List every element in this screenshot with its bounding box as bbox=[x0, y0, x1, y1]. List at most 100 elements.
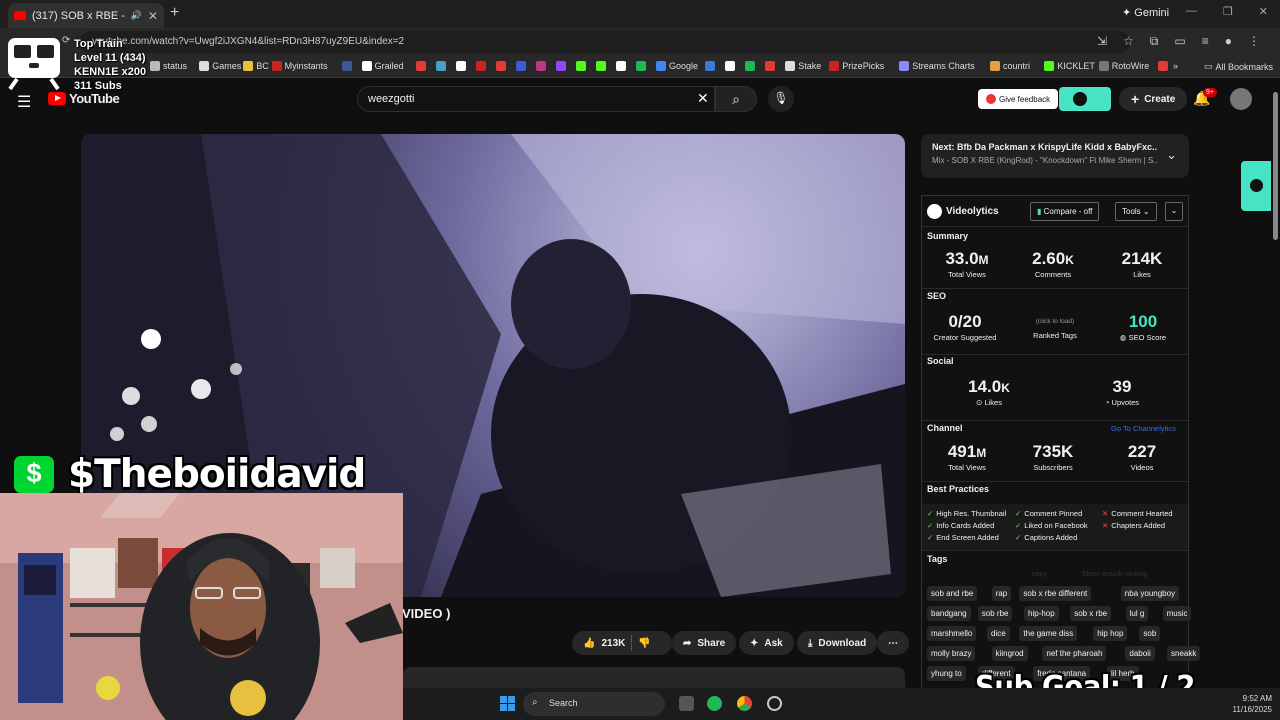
close-window-icon[interactable]: ✕ bbox=[1259, 5, 1268, 18]
minimize-icon[interactable]: — bbox=[1186, 5, 1197, 18]
videolytics-side-tab[interactable] bbox=[1241, 161, 1271, 211]
copy-tags-link[interactable]: copy bbox=[1032, 571, 1047, 578]
tag-chip[interactable]: nba youngboy bbox=[1120, 586, 1180, 601]
maximize-icon[interactable]: ❐ bbox=[1223, 5, 1233, 18]
give-feedback-button[interactable]: Give feedback bbox=[978, 89, 1059, 109]
new-tab-button[interactable]: + bbox=[170, 4, 179, 22]
tag-chip[interactable]: sob and rbe bbox=[927, 586, 978, 601]
all-bookmarks-button[interactable]: ▭ All Bookmarks bbox=[1204, 61, 1273, 72]
compare-toggle-button[interactable]: ▮ Compare - off bbox=[1030, 202, 1100, 221]
show-search-ranking-link[interactable]: Show search ranking bbox=[1082, 571, 1147, 578]
browser-tab-active[interactable]: (317) SOB x RBE - Different 🔊 ✕ bbox=[8, 3, 164, 28]
tag-chip[interactable]: hip-hop bbox=[1024, 606, 1059, 621]
bookmark-item[interactable] bbox=[536, 61, 546, 71]
tag-chip[interactable]: hip hop bbox=[1093, 626, 1128, 641]
share-button[interactable]: ➦ Share bbox=[672, 631, 737, 655]
tag-chip[interactable]: lul g bbox=[1125, 606, 1149, 621]
bookmark-item[interactable] bbox=[456, 61, 466, 71]
tab-close-icon[interactable]: ✕ bbox=[148, 9, 158, 23]
bookmark-item[interactable]: RotoWire bbox=[1098, 61, 1149, 71]
tag-chip[interactable]: daboii bbox=[1125, 646, 1155, 661]
bookmark-item[interactable] bbox=[705, 61, 716, 71]
bookmark-item[interactable] bbox=[516, 61, 526, 71]
tag-chip[interactable]: kiingrod bbox=[991, 646, 1028, 661]
chevron-down-icon[interactable]: ⌄ bbox=[1166, 147, 1177, 163]
tag-chip[interactable]: nef the pharoah bbox=[1042, 646, 1107, 661]
account-avatar[interactable] bbox=[1230, 88, 1252, 110]
scrollbar-thumb[interactable] bbox=[1273, 92, 1278, 240]
bookmark-item[interactable] bbox=[725, 61, 736, 71]
next-up-panel[interactable]: Next: Bfb Da Packman x KrispyLife Kidd x… bbox=[921, 134, 1189, 178]
bookmark-item[interactable] bbox=[616, 61, 626, 71]
tag-chip[interactable]: sneakk bbox=[1167, 646, 1201, 661]
windows-start-icon[interactable] bbox=[500, 696, 515, 711]
bookmark-item[interactable]: Streams Charts bbox=[899, 61, 975, 71]
hamburger-menu-icon[interactable]: ☰ bbox=[17, 92, 31, 112]
bookmarks-overflow-icon[interactable]: » bbox=[1173, 61, 1178, 71]
tag-chip[interactable]: sob x rbe bbox=[1070, 606, 1112, 621]
bookmark-item[interactable] bbox=[556, 61, 566, 71]
extensions-icon[interactable]: ⧉ bbox=[1150, 34, 1159, 49]
ask-button[interactable]: ✦ Ask bbox=[739, 631, 794, 655]
kebab-menu-icon[interactable]: ⋮ bbox=[1248, 34, 1260, 49]
tag-chip[interactable]: sob rbe bbox=[977, 606, 1013, 621]
youtube-logo[interactable]: YouTube bbox=[48, 91, 120, 106]
bookmark-item[interactable]: status bbox=[150, 61, 187, 71]
task-view-icon[interactable] bbox=[679, 696, 694, 711]
bookmark-item[interactable]: PrizePicks bbox=[829, 61, 884, 71]
profile-icon[interactable]: ● bbox=[1225, 34, 1232, 49]
spotify-icon[interactable] bbox=[707, 696, 722, 711]
thumbs-down-icon[interactable]: 👎 bbox=[638, 638, 650, 649]
tag-chip[interactable]: dice bbox=[987, 626, 1010, 641]
download-button[interactable]: ⤓ Download bbox=[797, 631, 878, 655]
search-button[interactable]: ⌕ bbox=[715, 86, 757, 112]
bookmark-item[interactable] bbox=[576, 61, 586, 71]
like-count[interactable]: 213K bbox=[601, 638, 625, 649]
tag-chip[interactable]: sob x rbe different bbox=[1019, 586, 1092, 601]
taskbar-search[interactable]: ⌕ Search bbox=[523, 692, 665, 716]
bookmark-item[interactable] bbox=[496, 61, 506, 71]
channelytics-link[interactable]: Go To Channelytics bbox=[1111, 424, 1176, 433]
bookmark-item[interactable] bbox=[476, 61, 486, 71]
tag-chip[interactable]: bandgang bbox=[927, 606, 971, 621]
tag-chip[interactable]: yhung to bbox=[927, 666, 966, 681]
page-scrollbar[interactable] bbox=[1271, 82, 1279, 242]
install-icon[interactable]: ⇲ bbox=[1097, 34, 1107, 49]
bookmark-item[interactable]: KICKLET bbox=[1044, 61, 1095, 71]
search-input[interactable]: weezgotti bbox=[357, 86, 715, 112]
tag-chip[interactable]: the game diss bbox=[1019, 626, 1078, 641]
panel-collapse-icon[interactable]: ⌄ bbox=[1165, 202, 1183, 221]
bookmark-star-icon[interactable]: ☆ bbox=[1123, 34, 1134, 49]
bookmark-item[interactable]: Stake bbox=[785, 61, 821, 71]
obs-icon[interactable] bbox=[767, 696, 782, 711]
voice-search-button[interactable]: 🎙 bbox=[768, 86, 794, 112]
bookmark-item[interactable] bbox=[416, 61, 426, 71]
menu-lines-icon[interactable]: ≡ bbox=[1202, 34, 1209, 49]
seo-ranked-tags[interactable]: (click to load) Ranked Tags bbox=[1015, 318, 1095, 340]
bookmark-item[interactable]: Google bbox=[656, 61, 698, 71]
bookmark-item[interactable]: BC bbox=[243, 61, 269, 71]
taskbar-clock[interactable]: 9:52 AM 11/16/2025 bbox=[1233, 693, 1272, 715]
thumbs-up-icon[interactable]: 👍 bbox=[583, 638, 595, 649]
url-bar[interactable]: youtube.com/watch?v=Uwgf2iJXGN4&list=RDn… bbox=[80, 31, 1130, 53]
tag-chip[interactable]: rap bbox=[991, 586, 1012, 601]
bookmark-item[interactable]: Grailed bbox=[361, 61, 404, 71]
gemini-button[interactable]: ✦ Gemini bbox=[1122, 6, 1169, 19]
bookmark-item[interactable]: Games bbox=[199, 61, 241, 71]
tools-dropdown[interactable]: Tools ⌄ bbox=[1115, 202, 1157, 221]
tag-chip[interactable]: music bbox=[1162, 606, 1192, 621]
clear-search-icon[interactable]: ✕ bbox=[697, 90, 709, 107]
videolytics-toggle-button[interactable] bbox=[1059, 87, 1111, 111]
speaker-icon[interactable]: 🔊 bbox=[131, 10, 142, 21]
bookmark-item[interactable]: Myinstants bbox=[271, 61, 328, 71]
bookmark-item[interactable] bbox=[436, 61, 446, 71]
tag-chip[interactable]: marshmello bbox=[927, 626, 977, 641]
bookmark-item[interactable] bbox=[636, 61, 646, 71]
bookmark-item[interactable] bbox=[596, 61, 606, 71]
bookmark-item[interactable] bbox=[341, 61, 352, 71]
bookmark-item[interactable] bbox=[765, 61, 776, 71]
tag-chip[interactable]: molly brazy bbox=[927, 646, 976, 661]
chrome-icon[interactable] bbox=[737, 696, 752, 711]
more-actions-button[interactable]: ⋯ bbox=[877, 631, 909, 655]
bookmark-item[interactable]: countri bbox=[990, 61, 1030, 71]
